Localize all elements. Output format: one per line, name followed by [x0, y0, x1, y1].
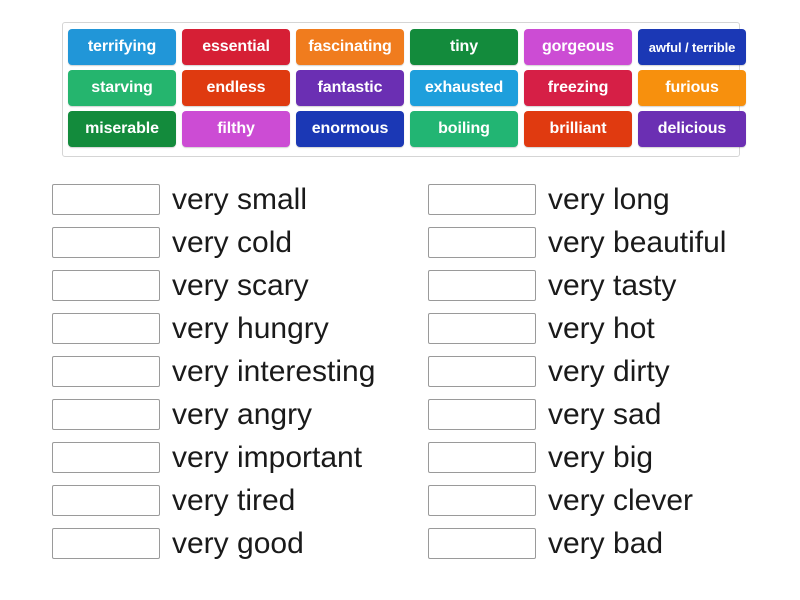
- answer-row: very sad: [400, 393, 800, 436]
- answer-column-right: very long very beautiful very tasty very…: [400, 178, 800, 565]
- word-tile[interactable]: exhausted: [410, 70, 518, 106]
- definition-label: very dirty: [548, 354, 670, 388]
- drop-target-box[interactable]: [428, 270, 536, 301]
- drop-target-box[interactable]: [52, 485, 160, 516]
- word-bank-row-2: starving endless fantastic exhausted fre…: [68, 70, 746, 106]
- answer-row: very hot: [400, 307, 800, 350]
- definition-label: very good: [172, 526, 304, 560]
- word-tile[interactable]: tiny: [410, 29, 518, 65]
- drop-target-box[interactable]: [428, 399, 536, 430]
- definition-label: very important: [172, 440, 363, 474]
- definition-label: very clever: [548, 483, 694, 517]
- word-tile[interactable]: delicious: [638, 111, 746, 147]
- drop-target-box[interactable]: [52, 442, 160, 473]
- word-tile[interactable]: starving: [68, 70, 176, 106]
- definition-label: very interesting: [172, 354, 376, 388]
- drop-target-box[interactable]: [52, 313, 160, 344]
- drop-target-box[interactable]: [428, 528, 536, 559]
- answer-row: very dirty: [400, 350, 800, 393]
- word-tile[interactable]: essential: [182, 29, 290, 65]
- definition-label: very scary: [172, 268, 309, 302]
- word-tile[interactable]: filthy: [182, 111, 290, 147]
- drop-target-box[interactable]: [428, 356, 536, 387]
- answer-column-left: very small very cold very scary very hun…: [0, 178, 400, 565]
- answer-row: very long: [400, 178, 800, 221]
- answer-row: very cold: [0, 221, 400, 264]
- word-tile[interactable]: endless: [182, 70, 290, 106]
- answer-area: very small very cold very scary very hun…: [0, 178, 800, 565]
- answer-row: very scary: [0, 264, 400, 307]
- word-tile[interactable]: freezing: [524, 70, 632, 106]
- answer-row: very bad: [400, 522, 800, 565]
- drop-target-box[interactable]: [52, 227, 160, 258]
- word-bank-panel: terrifying essential fascinating tiny go…: [62, 22, 746, 157]
- definition-label: very hungry: [172, 311, 329, 345]
- drop-target-box[interactable]: [52, 270, 160, 301]
- word-bank-row-1: terrifying essential fascinating tiny go…: [68, 29, 746, 65]
- answer-row: very tasty: [400, 264, 800, 307]
- word-tile[interactable]: fascinating: [296, 29, 404, 65]
- answer-row: very small: [0, 178, 400, 221]
- word-tile[interactable]: miserable: [68, 111, 176, 147]
- answer-row: very beautiful: [400, 221, 800, 264]
- word-tile[interactable]: furious: [638, 70, 746, 106]
- definition-label: very big: [548, 440, 654, 474]
- definition-label: very beautiful: [548, 225, 727, 259]
- answer-row: very good: [0, 522, 400, 565]
- word-bank-row-3: miserable filthy enormous boiling brilli…: [68, 111, 746, 147]
- definition-label: very tired: [172, 483, 296, 517]
- word-tile[interactable]: brilliant: [524, 111, 632, 147]
- word-tile[interactable]: terrifying: [68, 29, 176, 65]
- word-tile[interactable]: fantastic: [296, 70, 404, 106]
- drop-target-box[interactable]: [52, 528, 160, 559]
- definition-label: very sad: [548, 397, 662, 431]
- answer-row: very hungry: [0, 307, 400, 350]
- drop-target-box[interactable]: [52, 399, 160, 430]
- drop-target-box[interactable]: [52, 356, 160, 387]
- answer-columns: very small very cold very scary very hun…: [0, 178, 800, 565]
- definition-label: very long: [548, 182, 670, 216]
- answer-row: very interesting: [0, 350, 400, 393]
- answer-row: very clever: [400, 479, 800, 522]
- word-tile[interactable]: gorgeous: [524, 29, 632, 65]
- definition-label: very bad: [548, 526, 664, 560]
- definition-label: very tasty: [548, 268, 677, 302]
- definition-label: very angry: [172, 397, 313, 431]
- drop-target-box[interactable]: [52, 184, 160, 215]
- answer-row: very tired: [0, 479, 400, 522]
- drop-target-box[interactable]: [428, 184, 536, 215]
- answer-row: very big: [400, 436, 800, 479]
- drop-target-box[interactable]: [428, 313, 536, 344]
- word-tile[interactable]: awful / terrible: [638, 29, 746, 65]
- answer-row: very angry: [0, 393, 400, 436]
- word-tile[interactable]: boiling: [410, 111, 518, 147]
- drop-target-box[interactable]: [428, 485, 536, 516]
- answer-row: very important: [0, 436, 400, 479]
- definition-label: very small: [172, 182, 308, 216]
- drop-target-box[interactable]: [428, 227, 536, 258]
- drop-target-box[interactable]: [428, 442, 536, 473]
- definition-label: very cold: [172, 225, 293, 259]
- definition-label: very hot: [548, 311, 655, 345]
- word-tile[interactable]: enormous: [296, 111, 404, 147]
